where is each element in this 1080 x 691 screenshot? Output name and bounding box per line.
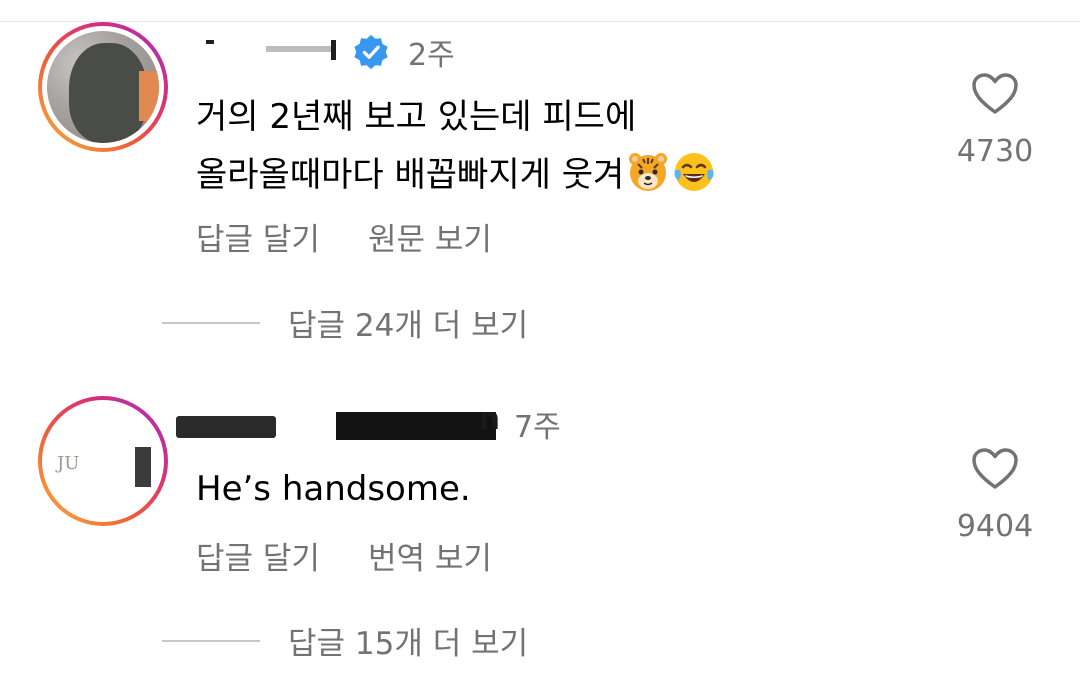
- comment-actions: 답글 달기 원문 보기: [196, 214, 492, 259]
- reply-button[interactable]: 답글 달기: [196, 533, 320, 578]
- tiger-face-icon: [629, 153, 668, 191]
- like-count: 9404: [956, 509, 1034, 544]
- view-replies-label: 답글 24개 더 보기: [288, 308, 529, 344]
- comment-text: 거의 2년째 보고 있는데 피드에 올라올때마다 배꼽빠지게 웃겨: [196, 88, 876, 204]
- like-section: 4730: [950, 72, 1040, 169]
- comment-text-line: 올라올때마다 배꼽빠지게 웃겨: [196, 155, 625, 195]
- view-replies-button[interactable]: 답글 15개 더 보기: [162, 618, 528, 663]
- comment-time: 2주: [408, 38, 455, 73]
- comment-text-line: 거의 2년째 보고 있는데 피드에: [196, 97, 637, 137]
- comment-time: 7주: [514, 410, 561, 445]
- verified-badge-icon: [354, 34, 388, 70]
- see-original-button[interactable]: 원문 보기: [368, 214, 492, 259]
- avatar-photo: [47, 31, 159, 143]
- reply-button[interactable]: 답글 달기: [196, 214, 320, 259]
- heart-icon[interactable]: [971, 72, 1019, 116]
- like-section: 9404: [950, 447, 1040, 544]
- avatar[interactable]: JU: [38, 396, 168, 526]
- face-with-tears-of-joy-icon: [674, 153, 714, 191]
- view-replies-label: 답글 15개 더 보기: [288, 626, 529, 662]
- comment-item: 2주 거의 2년째 보고 있는데 피드에 올라올때마다 배꼽빠지게 웃겨 답글 …: [0, 22, 1080, 352]
- username-visible-part: n: [478, 402, 500, 437]
- avatar-photo: JU: [47, 405, 159, 517]
- comment-text: He’s handsome.: [196, 460, 876, 518]
- view-replies-button[interactable]: 답글 24개 더 보기: [162, 300, 528, 345]
- comment-item: JU n 7주 He’s handsome. 답글 달기 번역 보기 9404 …: [0, 392, 1080, 691]
- see-translation-button[interactable]: 번역 보기: [368, 533, 492, 578]
- heart-icon[interactable]: [971, 447, 1019, 491]
- username-redacted[interactable]: n: [176, 402, 500, 446]
- comment-actions: 답글 달기 번역 보기: [196, 533, 492, 578]
- username-redacted[interactable]: [176, 32, 346, 72]
- comment-text-line: He’s handsome.: [196, 469, 471, 509]
- avatar[interactable]: [38, 22, 168, 152]
- replies-divider-line: [162, 639, 260, 642]
- like-count: 4730: [956, 134, 1034, 169]
- replies-divider-line: [162, 321, 260, 324]
- comment-header: 2주: [176, 30, 455, 74]
- comment-header: n 7주: [176, 402, 561, 446]
